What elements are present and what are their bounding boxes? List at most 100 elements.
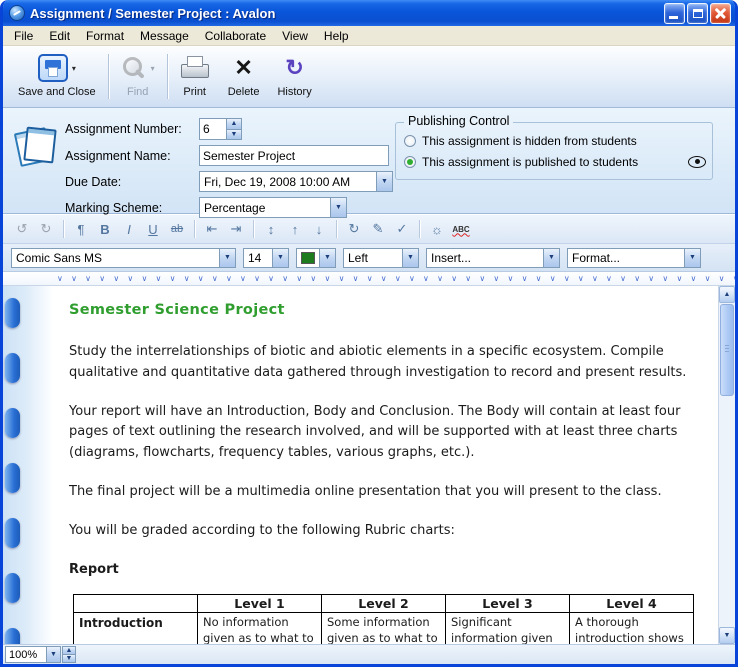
line-spacing-icon[interactable]: ↕ [260, 218, 282, 240]
indent-icon[interactable]: ⇥ [225, 218, 247, 240]
vertical-scrollbar[interactable]: ▲ ▼ [718, 286, 735, 644]
menu-bar: File Edit Format Message Collaborate Vie… [3, 26, 735, 46]
font-color-select[interactable]: ▼ [296, 248, 336, 268]
doc-paragraph: The final project will be a multimedia o… [69, 482, 711, 503]
number-spin-down-button[interactable]: ▼ [227, 130, 242, 141]
binding-clip [5, 573, 20, 603]
radio-row-hidden[interactable]: This assignment is hidden from students [404, 130, 706, 151]
underline-icon[interactable]: U [142, 218, 164, 240]
marking-scheme-select[interactable]: Percentage ▼ [199, 197, 347, 218]
format-dropdown-icon[interactable]: ▼ [684, 249, 700, 267]
assignment-name-input[interactable] [199, 145, 389, 166]
find-icon [121, 55, 147, 81]
scroll-down-button[interactable]: ▼ [719, 627, 735, 644]
raise-text-icon[interactable]: ↑ [284, 218, 306, 240]
publishing-control-title: Publishing Control [404, 114, 513, 128]
insert-dropdown-icon[interactable]: ▼ [543, 249, 559, 267]
alignment-select[interactable]: Left ▼ [343, 248, 419, 268]
scroll-up-button[interactable]: ▲ [719, 286, 735, 303]
menu-file[interactable]: File [6, 27, 41, 45]
font-size-dropdown-icon[interactable]: ▼ [272, 249, 288, 267]
history-icon: ↻ [285, 57, 303, 79]
close-icon [711, 4, 730, 23]
binding-clip [5, 463, 20, 493]
delete-button[interactable]: ✕ Delete [219, 49, 269, 104]
italic-icon[interactable]: I [118, 218, 140, 240]
publishing-control-group: Publishing Control This assignment is hi… [395, 122, 713, 180]
alignment-dropdown-icon[interactable]: ▼ [402, 249, 418, 267]
menu-message[interactable]: Message [132, 27, 197, 45]
editor-document[interactable]: Semester Science Project Study the inter… [69, 294, 711, 644]
margin-decoration [3, 286, 53, 644]
bold-icon[interactable]: B [94, 218, 116, 240]
doc-paragraph: You will be graded according to the foll… [69, 521, 711, 542]
rubric-table: Level 1 Level 2 Level 3 Level 4 Introduc… [73, 594, 694, 644]
radio-hidden-from-students[interactable] [404, 135, 416, 147]
font-size-select[interactable]: 14 ▼ [243, 248, 289, 268]
maximize-button[interactable] [687, 3, 708, 24]
marking-scheme-dropdown-icon[interactable]: ▼ [330, 198, 346, 217]
zoom-stepper: ▲ ▼ [62, 646, 76, 663]
ruler-marks: ∨ ∨ ∨ ∨ ∨ ∨ ∨ ∨ ∨ ∨ ∨ ∨ ∨ ∨ ∨ ∨ ∨ ∨ ∨ ∨ … [57, 274, 735, 283]
zoom-up-button[interactable]: ▲ [62, 646, 76, 655]
find-button[interactable]: ▾ Find [112, 49, 164, 104]
pencil-icon[interactable]: ✎ [367, 218, 389, 240]
status-bar: 100% ▼ ▲ ▼ [3, 644, 735, 664]
menu-help[interactable]: Help [316, 27, 357, 45]
binding-clip [5, 408, 20, 438]
binding-clip [5, 518, 20, 548]
due-date-label: Due Date: [65, 175, 199, 189]
save-dropdown-arrow[interactable]: ▾ [72, 64, 76, 73]
format-select[interactable]: Format... ▼ [567, 248, 701, 268]
menu-edit[interactable]: Edit [41, 27, 78, 45]
ruler: ∨ ∨ ∨ ∨ ∨ ∨ ∨ ∨ ∨ ∨ ∨ ∨ ∨ ∨ ∨ ∨ ∨ ∨ ∨ ∨ … [3, 272, 735, 286]
assignment-fields: Assignment Number: ▲ ▼ Assignment Name: … [65, 118, 393, 205]
menu-format[interactable]: Format [78, 27, 132, 45]
strikethrough-icon[interactable]: ab [166, 218, 188, 240]
zoom-select[interactable]: 100% ▼ [5, 646, 61, 663]
main-toolbar: ▾ Save and Close ▾ Find Print ✕ Delete ↻… [3, 46, 735, 108]
history-button[interactable]: ↻ History [268, 49, 320, 104]
scrollbar-thumb[interactable] [720, 304, 734, 396]
menu-collaborate[interactable]: Collaborate [197, 27, 274, 45]
assignment-number-input[interactable] [199, 118, 227, 140]
apply-style-icon[interactable]: ✓ [391, 218, 413, 240]
undo-icon[interactable]: ↺ [11, 218, 33, 240]
minimize-button[interactable] [664, 3, 685, 24]
outdent-icon[interactable]: ⇤ [201, 218, 223, 240]
save-and-close-button[interactable]: ▾ Save and Close [9, 49, 105, 104]
window-title: Assignment / Semester Project : Avalon [30, 6, 659, 21]
font-color-dropdown-icon[interactable]: ▼ [319, 249, 335, 267]
maximize-icon [693, 9, 703, 18]
print-button[interactable]: Print [171, 49, 219, 104]
binding-clip [5, 353, 20, 383]
paragraph-icon[interactable]: ¶ [70, 218, 92, 240]
eye-icon [688, 156, 706, 168]
toolbar-separator [108, 54, 109, 99]
due-date-dropdown-icon[interactable]: ▼ [376, 172, 392, 191]
radio-row-published[interactable]: This assignment is published to students [404, 151, 706, 172]
zoom-down-button[interactable]: ▼ [62, 655, 76, 663]
find-dropdown-arrow[interactable]: ▾ [151, 64, 155, 73]
print-icon [181, 56, 209, 80]
assignment-icon [13, 124, 57, 205]
marking-scheme-label: Marking Scheme: [65, 201, 199, 215]
zoom-value: 100% [6, 649, 46, 661]
effects-icon[interactable]: ☼ [426, 218, 448, 240]
menu-view[interactable]: View [274, 27, 316, 45]
zoom-dropdown-icon[interactable]: ▼ [46, 647, 60, 662]
editor-toolbar-icons: ↺ ↻ ¶ B I U ab ⇤ ⇥ ↕ ↑ ↓ ↻ ✎ ✓ ☼ ABC [3, 214, 735, 244]
lower-text-icon[interactable]: ↓ [308, 218, 330, 240]
number-spin-up-button[interactable]: ▲ [227, 118, 242, 130]
font-dropdown-icon[interactable]: ▼ [219, 249, 235, 267]
app-window: Assignment / Semester Project : Avalon F… [0, 0, 738, 667]
radio-published-to-students[interactable] [404, 156, 416, 168]
radio-hidden-label: This assignment is hidden from students [422, 134, 637, 148]
close-button[interactable] [710, 3, 731, 24]
redo-icon[interactable]: ↻ [35, 218, 57, 240]
font-family-select[interactable]: Comic Sans MS ▼ [11, 248, 236, 268]
due-date-select[interactable]: Fri, Dec 19, 2008 10:00 AM ▼ [199, 171, 393, 192]
refresh-icon[interactable]: ↻ [343, 218, 365, 240]
insert-select[interactable]: Insert... ▼ [426, 248, 560, 268]
spellcheck-icon[interactable]: ABC [450, 218, 472, 240]
